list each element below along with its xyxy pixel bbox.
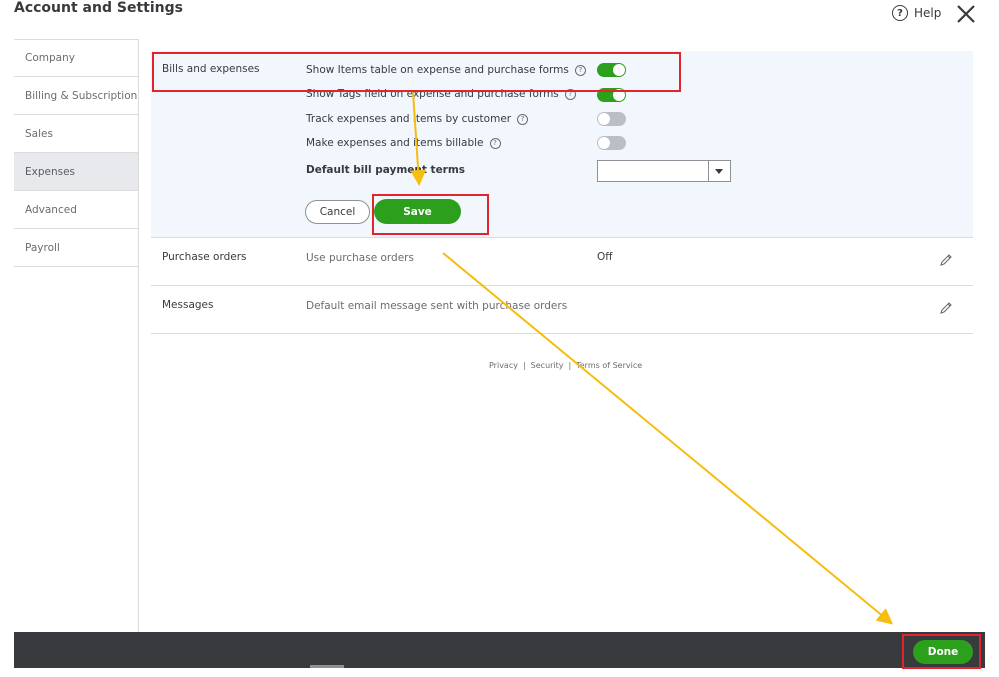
option-label: Show Items table on expense and purchase… (306, 64, 569, 76)
toggle-track-by-customer[interactable] (597, 112, 626, 126)
help-circle-icon[interactable]: ? (574, 64, 586, 76)
messages-label: Messages (162, 299, 214, 311)
toggle-show-items-table[interactable] (597, 63, 626, 77)
sidebar-item-billing-subscription[interactable]: Billing & Subscription (14, 77, 138, 115)
pencil-icon[interactable] (938, 252, 954, 268)
purchase-orders-row[interactable]: Purchase orders Use purchase orders Off (151, 238, 973, 286)
save-button[interactable]: Save (374, 199, 461, 224)
close-icon[interactable] (955, 3, 977, 25)
sidebar-divider (138, 39, 139, 632)
help-circle-icon[interactable]: ? (489, 137, 501, 149)
done-button[interactable]: Done (913, 640, 973, 664)
sidebar-item-company[interactable]: Company (14, 39, 138, 77)
toggle-show-tags-field[interactable] (597, 88, 626, 102)
bills-and-expenses-section: Bills and expenses Show Items table on e… (151, 51, 973, 238)
toggle-make-billable[interactable] (597, 136, 626, 150)
messages-row[interactable]: Messages Default email message sent with… (151, 286, 973, 334)
sidebar-item-sales[interactable]: Sales (14, 115, 138, 153)
pencil-icon[interactable] (938, 300, 954, 316)
option-label: Show Tags field on expense and purchase … (306, 88, 559, 100)
privacy-link[interactable]: Privacy (489, 361, 518, 370)
option-track-by-customer: Track expenses and items by customer ? (306, 113, 529, 125)
help-button[interactable]: ? Help (892, 5, 941, 21)
sidebar-item-payroll[interactable]: Payroll (14, 229, 138, 267)
settings-sidebar: Company Billing & Subscription Sales Exp… (14, 39, 138, 267)
scroll-indicator (310, 665, 344, 668)
sidebar-item-expenses[interactable]: Expenses (14, 153, 138, 191)
option-show-tags-field: Show Tags field on expense and purchase … (306, 88, 576, 100)
option-make-billable: Make expenses and items billable ? (306, 137, 501, 149)
footer-links: Privacy | Security | Terms of Service (489, 361, 643, 370)
option-label: Make expenses and items billable (306, 137, 484, 149)
purchase-orders-description: Use purchase orders (306, 252, 414, 264)
help-circle-icon[interactable]: ? (517, 113, 529, 125)
help-circle-icon[interactable]: ? (564, 88, 576, 100)
security-link[interactable]: Security (531, 361, 564, 370)
messages-description: Default email message sent with purchase… (306, 300, 568, 312)
chevron-down-icon (715, 169, 723, 174)
purchase-orders-label: Purchase orders (162, 251, 247, 263)
bills-section-label: Bills and expenses (162, 63, 260, 75)
payment-terms-select[interactable] (597, 160, 731, 182)
bottom-action-bar: Done (14, 632, 985, 668)
payment-terms-label: Default bill payment terms (306, 164, 466, 176)
option-show-items-table: Show Items table on expense and purchase… (306, 64, 586, 76)
page-title: Account and Settings (14, 0, 183, 16)
sidebar-item-advanced[interactable]: Advanced (14, 191, 138, 229)
terms-of-service-link[interactable]: Terms of Service (576, 361, 642, 370)
purchase-orders-value: Off (597, 251, 613, 263)
help-label: Help (914, 6, 942, 20)
help-icon: ? (892, 5, 908, 21)
cancel-button[interactable]: Cancel (305, 200, 370, 224)
option-label: Track expenses and items by customer (306, 113, 512, 125)
